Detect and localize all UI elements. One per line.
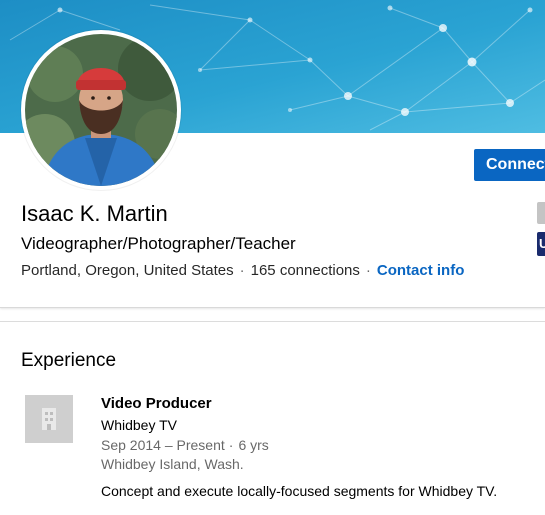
company-logo[interactable]: [25, 395, 73, 443]
job-date-range: Sep 2014 – Present · 6 yrs: [101, 436, 269, 454]
profile-top-card: Connect U Isaac K. Martin Videographer/P…: [0, 0, 545, 308]
building-icon: [25, 395, 73, 443]
profile-photo-frame[interactable]: [21, 30, 181, 190]
date-separator: ·: [228, 437, 234, 453]
profile-headline: Videographer/Photographer/Teacher: [21, 234, 296, 253]
connect-button[interactable]: Connect: [474, 149, 545, 181]
connections-count[interactable]: 165 connections: [251, 262, 360, 279]
person-photo-icon: [25, 34, 177, 186]
profile-meta: Portland, Oregon, United States · 165 conn…: [21, 261, 464, 281]
contact-info-link[interactable]: Contact info: [377, 262, 465, 279]
profile-location: Portland, Oregon, United States: [21, 262, 234, 279]
experience-heading: Experience: [21, 350, 117, 371]
side-panel-placeholder: [537, 202, 545, 224]
job-dates: Sep 2014 – Present: [101, 437, 225, 453]
meta-separator: ·: [365, 262, 371, 279]
job-description: Concept and execute locally-focused segm…: [101, 483, 498, 499]
job-title[interactable]: Video Producer: [101, 394, 212, 414]
profile-name: Isaac K. Martin: [21, 201, 168, 226]
section-divider: [0, 321, 545, 322]
profile-page: Connect U Isaac K. Martin Videographer/P…: [0, 0, 545, 515]
profile-photo: [25, 34, 177, 186]
meta-separator: ·: [239, 262, 245, 279]
job-duration: 6 yrs: [238, 437, 269, 453]
education-logo[interactable]: U: [537, 232, 545, 256]
education-logo-letter: U: [539, 236, 545, 251]
company-name[interactable]: Whidbey TV: [101, 416, 177, 434]
job-location: Whidbey Island, Wash.: [101, 456, 244, 472]
